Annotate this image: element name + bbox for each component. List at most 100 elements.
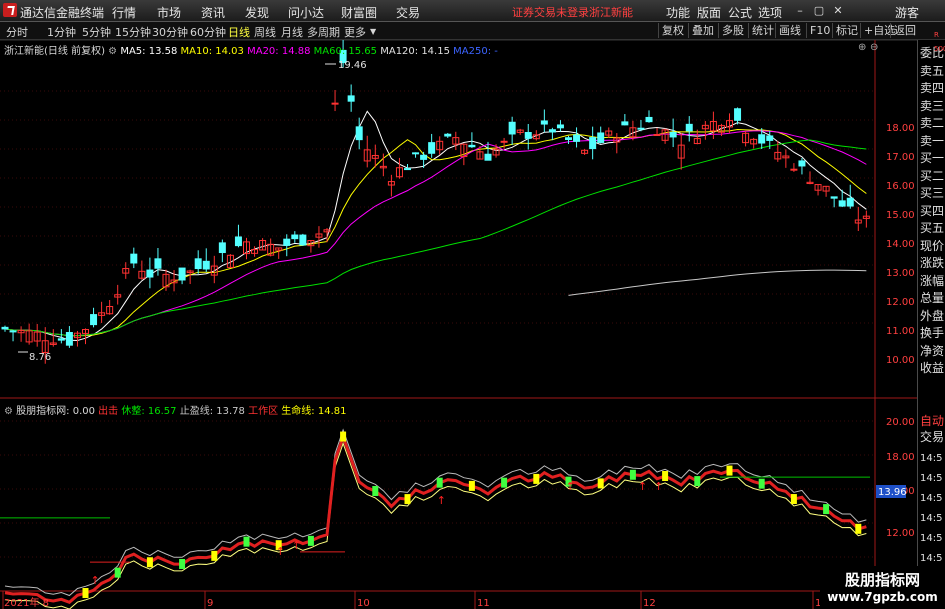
candle-body [444,133,452,137]
minimize-icon[interactable]: – [793,4,807,18]
period-60min[interactable]: 60分钟 [190,24,226,40]
candle-body [637,127,645,130]
life-label: 生命线: 14.81 [281,406,347,417]
watermark-line2: www.7gpzb.com [827,590,938,604]
period-weekly[interactable]: 周线 [254,24,276,40]
kline-chart[interactable]: ↑ ↑ ↑ ↑ ↑ ↑ ↑ 18.00 17.00 16.00 15.00 14.00 13… [0,40,917,609]
buy-arrow-icon: ↑ [638,480,647,493]
candle-body [500,140,508,143]
signal-bar [307,535,314,546]
candle-body [283,238,291,246]
quote-side-panel: 委比 卖五 卖四 卖三 卖二 卖一 买一 买二 买三 买四 买五 现价 涨跌 涨幅 总量 外盘 换手 净资 收益 R… [917,31,945,609]
indicator-settings-icon[interactable]: ⚙ [4,406,13,417]
settings-gear-icon[interactable]: ⚙ [108,46,117,57]
candle-body [830,196,838,199]
moving-average-lines [4,110,867,341]
period-15min[interactable]: 15分钟 [115,24,151,40]
close-icon[interactable]: ✕ [831,4,845,18]
menu-bar: 通达信金融终端 行情 市场 资讯 发现 问小达 财富圈 交易 证券交易未登录 浙… [0,0,945,22]
extreme-annotations: 19.46 8.76 [18,60,367,363]
candle-body [428,142,436,154]
signal-bar [340,431,347,442]
menu-wealth[interactable]: 财富圈 [341,4,377,21]
draw-line-button[interactable]: 画线 [775,23,804,38]
candle-body [548,129,556,133]
price-tick: 11.00 [886,326,915,337]
workzone-line [4,432,867,605]
period-monthly[interactable]: 月线 [281,24,303,40]
candle-body [178,267,186,281]
menu-formula[interactable]: 公式 [728,4,752,21]
date-axis: 2021年 8 9 10 11 12 1 [2,591,821,609]
candle-body [404,168,411,171]
menu-quotes[interactable]: 行情 [112,4,136,21]
candle-body [540,120,548,125]
menu-trade[interactable]: 交易 [396,4,420,21]
period-5min[interactable]: 5分钟 [82,24,111,40]
more-chevron-icon[interactable]: ▼ [370,27,376,36]
mark-button[interactable]: 标记 [832,23,861,38]
menu-ask[interactable]: 问小达 [288,4,324,21]
price-tick: 10.00 [886,355,915,366]
zoom-out-icon[interactable]: ⊖ [870,42,878,53]
menu-options[interactable]: 选项 [758,4,782,21]
order-book-label: 收益 [920,361,945,375]
ma20-label: MA20: 14.88 [247,46,311,57]
ma60-label: MA60: 15.65 [313,46,378,57]
signal-bar [468,480,475,491]
indicator-layer: ↑ ↑ ↑ ↑ ↑ ↑ ↑ [0,428,870,609]
zoom-in-icon[interactable]: ⊕ [858,42,866,53]
statistics-button[interactable]: 统计 [748,23,777,38]
restore-icon[interactable]: ▢ [812,4,826,18]
indicator-name: 股朋指标网 [16,406,67,417]
candle-body [154,258,162,269]
signal-bar [372,486,379,497]
period-daily[interactable]: 日线 [228,24,250,40]
back-button[interactable]: 返回 [890,23,919,38]
login-status[interactable]: 证券交易未登录 [512,4,589,20]
auto-label[interactable]: 自动 [920,414,945,428]
signal-bar [179,558,186,569]
candle-body [653,133,661,136]
price-tick: 15.00 [886,210,915,221]
candle-body [331,102,339,105]
menu-discover[interactable]: 发现 [245,4,269,21]
candle-body [484,153,492,161]
period-more[interactable]: 更多 [344,24,366,40]
order-book-label: 现价 [920,238,945,253]
period-1min[interactable]: 1分钟 [47,24,76,40]
adjust-button[interactable]: 复权 [658,23,687,38]
menu-layout[interactable]: 版面 [697,4,721,21]
workzone-label: 工作区 [248,406,279,417]
signal-bar [146,557,153,568]
stock-name-top: 浙江新能 [589,6,633,19]
candle-body [838,200,846,207]
guest-label[interactable]: 游客 [895,4,919,21]
ma10-label: MA10: 14.03 [180,46,244,57]
sub-tick: 20.00 [886,417,915,428]
period-multi[interactable]: 多周期 [307,24,340,40]
sub-tick: 12.00 [886,528,915,539]
stop-label: 止盈线: 13.78 [179,406,245,417]
candle-body [202,260,210,270]
candle-body [645,116,653,123]
tick-time: 14:5 [920,553,943,564]
candle-body [299,234,307,246]
tick-time: 14:5 [920,493,943,504]
menu-market[interactable]: 市场 [157,4,181,21]
candle-body [218,242,226,254]
period-30min[interactable]: 30分钟 [152,24,188,40]
period-toolbar: 分时 1分钟 5分钟 15分钟 30分钟 60分钟 日线 周线 月线 多周期 更… [0,22,945,40]
ma-line [568,269,867,296]
signal-bar [694,476,701,487]
price-axis-labels: 18.00 17.00 16.00 15.00 14.00 13.00 12.0… [886,123,915,366]
menu-news[interactable]: 资讯 [201,4,225,21]
indicator-value: : 0.00 [66,406,95,417]
overlay-button[interactable]: 叠加 [688,23,717,38]
trade-label[interactable]: 交易 [920,430,945,444]
f10-button[interactable]: F10 [806,23,833,38]
tick-time: 14:5 [920,513,943,524]
menu-function[interactable]: 功能 [666,4,690,21]
period-intraday[interactable]: 分时 [6,24,28,40]
multi-stock-button[interactable]: 多股 [718,23,747,38]
